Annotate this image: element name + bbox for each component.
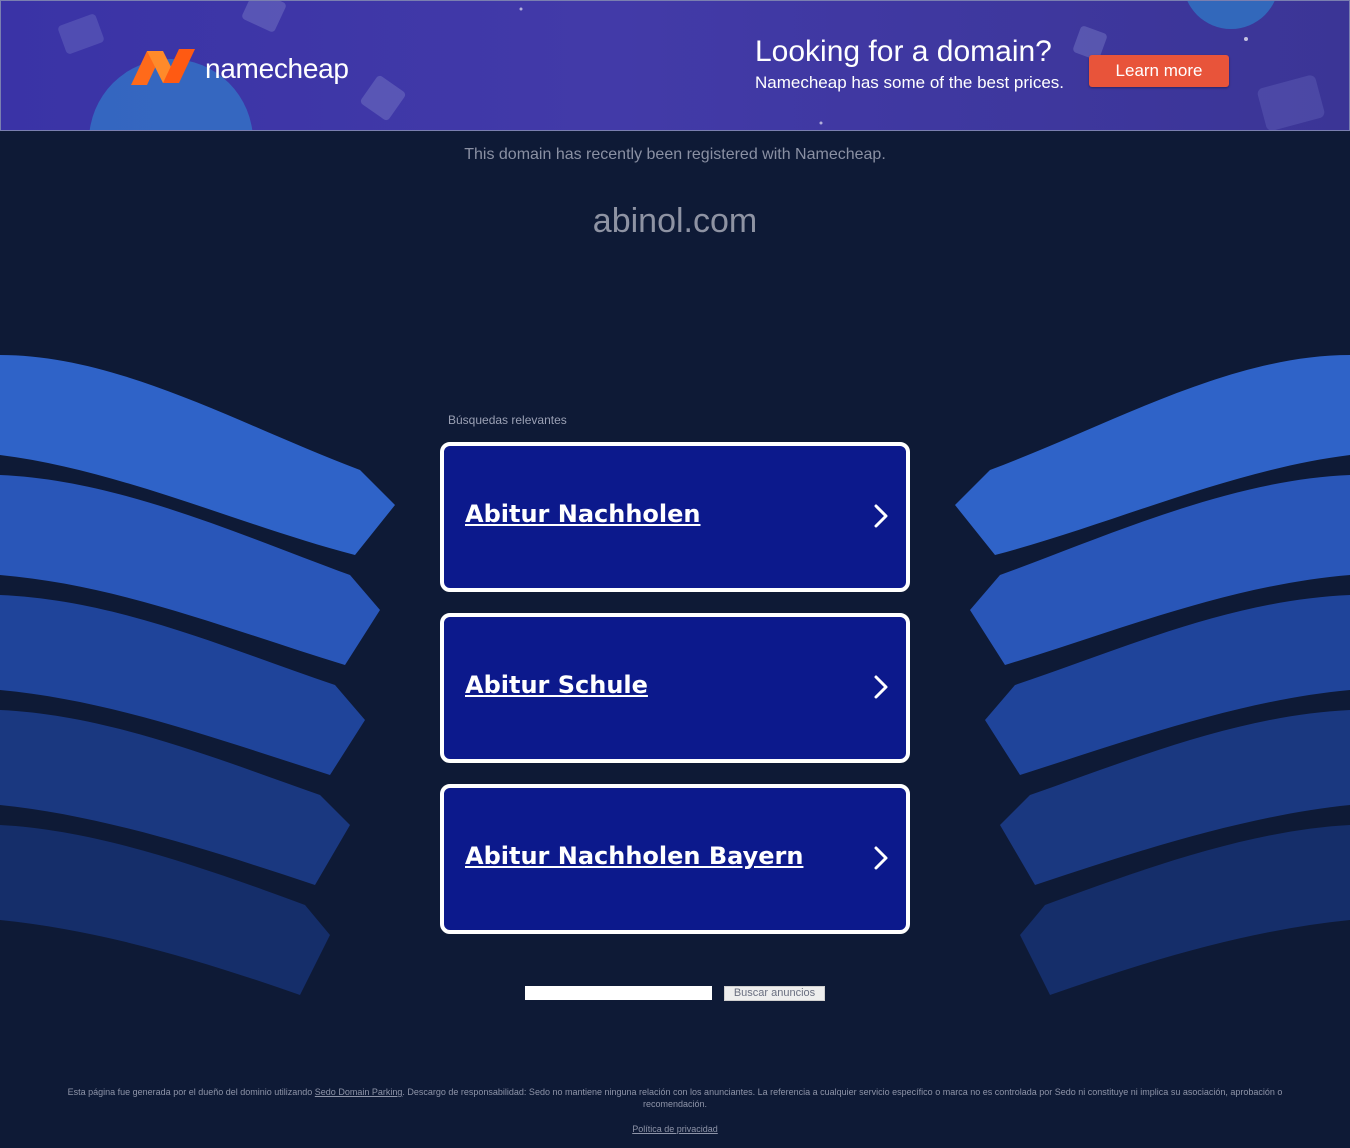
- disclaimer-text-start: Esta página fue generada por el dueño de…: [67, 1087, 315, 1097]
- chevron-right-icon: [874, 846, 888, 870]
- chevron-right-icon: [874, 504, 888, 528]
- domain-title: abinol.com: [592, 202, 758, 240]
- registered-note: This domain has recently been registered…: [464, 146, 886, 163]
- chevron-right-icon: [874, 675, 888, 699]
- result-card-2[interactable]: Abitur Schule: [440, 613, 910, 763]
- disclaimer-text-end: . Descargo de responsabilidad: Sedo no m…: [402, 1087, 1283, 1109]
- result-link-label[interactable]: Abitur Nachholen: [465, 500, 701, 528]
- learn-more-button[interactable]: Learn more: [1089, 55, 1229, 87]
- namecheap-banner[interactable]: namecheap Looking for a domain? Namechea…: [0, 0, 1350, 131]
- ad-search-input[interactable]: [525, 986, 712, 1000]
- result-card-1[interactable]: Abitur Nachholen: [440, 442, 910, 592]
- related-searches-heading: Búsquedas relevantes: [448, 413, 567, 427]
- result-card-3[interactable]: Abitur Nachholen Bayern: [440, 784, 910, 934]
- promo-title: Looking for a domain?: [755, 35, 1052, 68]
- namecheap-logo-icon[interactable]: [129, 47, 197, 87]
- footer-disclaimer: Esta página fue generada por el dueño de…: [60, 1086, 1290, 1110]
- promo-subtitle: Namecheap has some of the best prices.: [755, 73, 1064, 92]
- sedo-parking-link[interactable]: Sedo Domain Parking: [315, 1087, 403, 1097]
- result-link-label[interactable]: Abitur Schule: [465, 671, 648, 699]
- ad-search-button[interactable]: Buscar anuncios: [724, 986, 825, 1001]
- namecheap-logo-text[interactable]: namecheap: [205, 53, 349, 85]
- result-link-label[interactable]: Abitur Nachholen Bayern: [465, 842, 803, 870]
- privacy-policy-link[interactable]: Política de privacidad: [0, 1124, 1350, 1134]
